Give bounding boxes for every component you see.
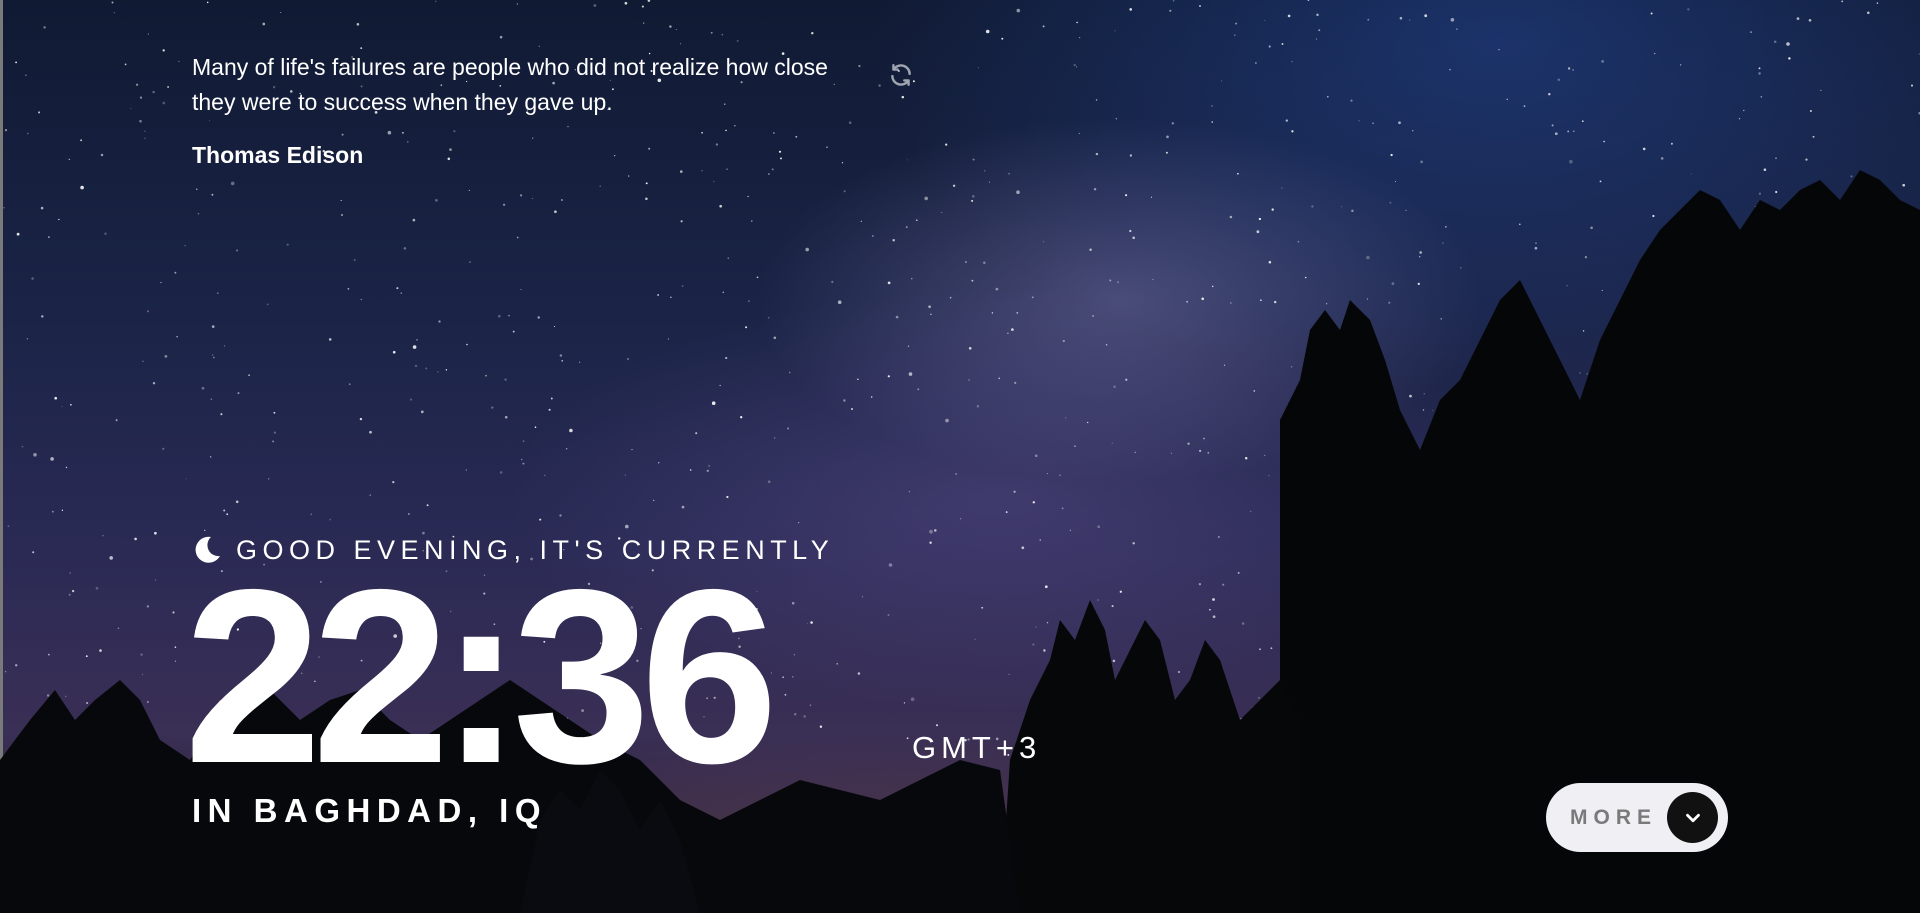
time-row: 22:36 GMT+3 [184, 552, 1036, 800]
more-button-label: MORE [1570, 805, 1657, 829]
quote-section: Many of life's failures are people who d… [192, 50, 911, 169]
more-button[interactable]: MORE [1546, 783, 1728, 852]
timezone-label: GMT+3 [912, 730, 1042, 765]
quote-author: Thomas Edison [192, 142, 364, 168]
current-time: 22:36 [184, 537, 778, 815]
quote-text: Many of life's failures are people who d… [192, 54, 828, 115]
chevron-down-icon[interactable] [1667, 792, 1718, 843]
refresh-icon[interactable] [888, 62, 914, 88]
clock-section: GOOD EVENING, IT'S CURRENTLY 22:36 GMT+3… [184, 530, 1036, 830]
